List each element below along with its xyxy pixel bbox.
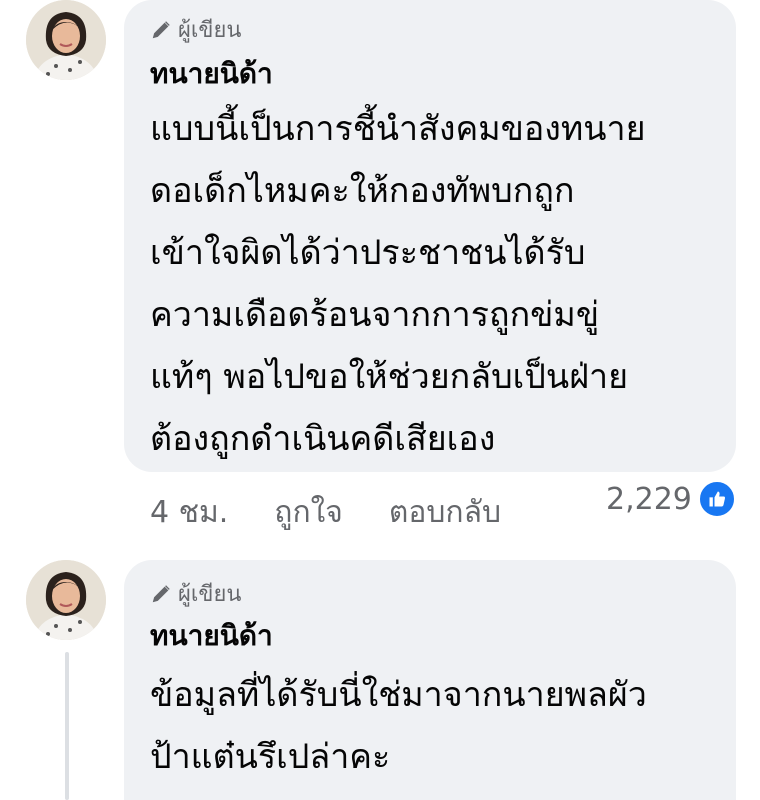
comment-author[interactable]: ทนายนิด้า xyxy=(150,614,273,658)
like-button[interactable]: ถูกใจ xyxy=(274,489,343,536)
reply-button[interactable]: ตอบกลับ xyxy=(389,489,501,536)
reaction-count: 2,229 xyxy=(606,481,692,517)
author-badge-label: ผู้เขียน xyxy=(178,18,242,43)
comment-line: ข้อมูลที่ได้รับนี่ใช่มาจากนายพลผัว xyxy=(150,675,647,715)
thumbs-up-icon xyxy=(697,480,736,518)
pencil-icon xyxy=(152,20,170,38)
reaction-summary[interactable]: 2,229 xyxy=(606,480,736,518)
reply-thread-line xyxy=(65,652,69,800)
comment-actions: 4 ชม. ถูกใจ ตอบกลับ xyxy=(150,487,501,537)
pencil-icon xyxy=(152,584,170,602)
comment-line: ความเดือดร้อนจากการถูกข่มขู่ xyxy=(150,295,600,335)
comment-text: แบบนี้เป็นการชี้นำสังคมของทนาย ดอเด็กไหม… xyxy=(150,98,646,470)
comment-author[interactable]: ทนายนิด้า xyxy=(150,52,273,96)
comment-line: ต้องถูกดำเนินคดีเสียเอง xyxy=(150,419,496,459)
avatar[interactable] xyxy=(26,0,106,80)
comment-line: ป้าแต๋นรึเปล่าคะ xyxy=(150,737,391,777)
comment-timestamp[interactable]: 4 ชม. xyxy=(150,489,228,536)
author-badge: ผู้เขียน xyxy=(150,576,241,611)
comment-line: ดอเด็กไหมคะให้กองทัพบกถูก xyxy=(150,171,575,211)
author-badge: ผู้เขียน xyxy=(150,12,241,47)
avatar[interactable] xyxy=(26,560,106,640)
comment-line: เข้าใจผิดได้ว่าประชาชนได้รับ xyxy=(150,233,586,273)
comment-line: แท้ๆ พอไปขอให้ช่วยกลับเป็นฝ่าย xyxy=(150,357,629,397)
comment-text: ข้อมูลที่ได้รับนี่ใช่มาจากนายพลผัว ป้าแต… xyxy=(150,664,647,788)
author-badge-label: ผู้เขียน xyxy=(178,582,242,607)
comment-line: แบบนี้เป็นการชี้นำสังคมของทนาย xyxy=(150,109,646,149)
